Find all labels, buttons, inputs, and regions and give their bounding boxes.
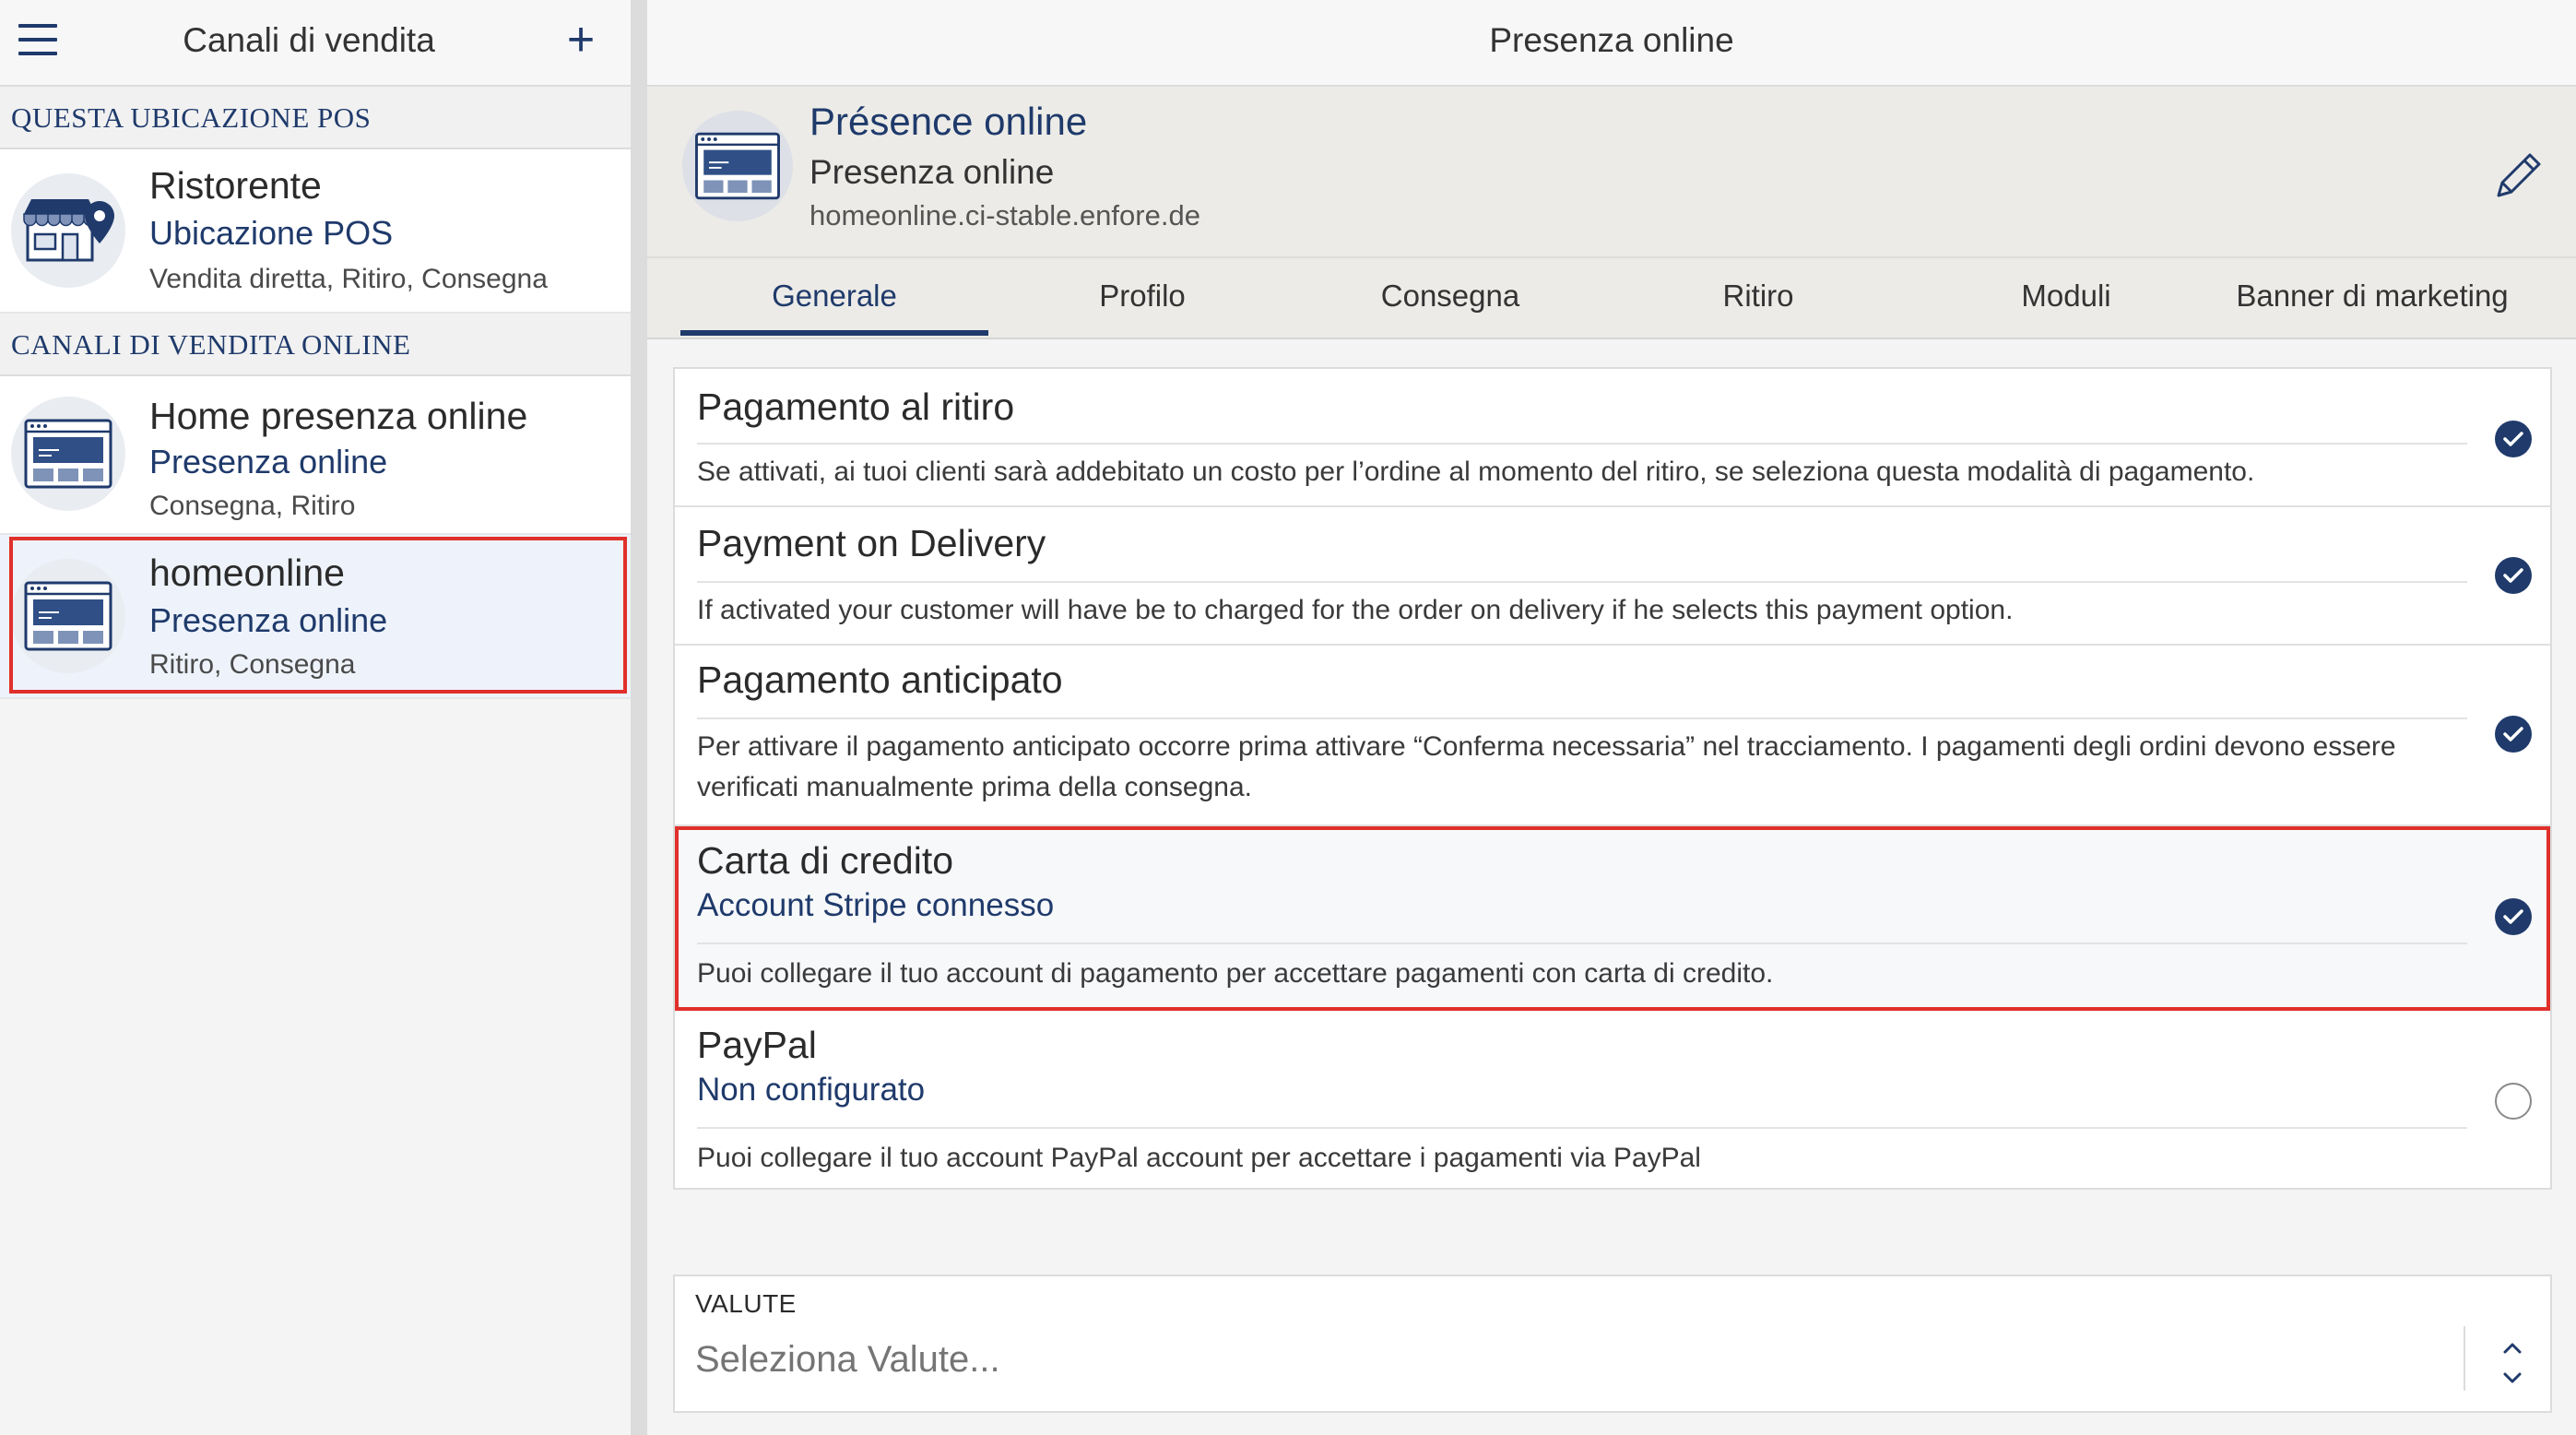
checkmark-icon[interactable] (2495, 716, 2532, 753)
section-title-pos: QUESTA UBICAZIONE POS (11, 101, 372, 134)
payment-option-title: Pagamento anticipato (697, 658, 1063, 701)
payment-option-advance[interactable]: Pagamento anticipato Per attivare il pag… (675, 646, 2550, 826)
payment-option-paypal[interactable]: PayPal Non configurato Puoi collegare il… (675, 1011, 2550, 1188)
detail-topbar-title: Presenza online (1489, 21, 1734, 59)
channel-info-url: homeonline.ci-stable.enfore.de (809, 199, 1200, 231)
payment-option-description: Se attivati, ai tuoi clienti sarà addebi… (697, 457, 2255, 487)
payment-option-description: If activated your customer will have be … (697, 595, 2014, 625)
payment-option-description: Puoi collegare il tuo account PayPal acc… (697, 1143, 1701, 1173)
pane-divider[interactable] (631, 0, 647, 1435)
tab-generale[interactable]: Generale (680, 279, 988, 314)
add-channel-button[interactable]: + (559, 16, 603, 65)
currency-select-input[interactable] (695, 1339, 2447, 1381)
checkmark-icon[interactable] (2495, 421, 2532, 457)
channel-type: Presenza online (149, 443, 388, 480)
payment-option-title: Payment on Delivery (697, 522, 1046, 564)
row-divider (697, 718, 2467, 719)
detail-topbar: Presenza online (647, 0, 2576, 87)
tab-profilo[interactable]: Profilo (988, 279, 1296, 314)
channel-avatar (11, 173, 125, 288)
currency-label: VALUTE (695, 1289, 797, 1318)
payment-option-description: Per attivare il pagamento anticipato occ… (697, 731, 2396, 802)
channel-item-home-presenza-online[interactable]: Home presenza online Presenza online Con… (0, 376, 631, 535)
chevron-up-down-icon[interactable] (2489, 1335, 2535, 1391)
section-header-pos: QUESTA UBICAZIONE POS (0, 87, 631, 149)
payment-option-title: Pagamento al ritiro (697, 385, 1015, 428)
payment-option-delivery[interactable]: Payment on Delivery If activated your cu… (675, 507, 2550, 646)
tab-banner-di-marketing[interactable]: Banner di marketing (2218, 279, 2526, 314)
active-tab-indicator (680, 330, 988, 336)
checkmark-icon[interactable] (2495, 557, 2532, 594)
browser-window-icon (24, 419, 112, 489)
sidebar-title: Canali di vendita (183, 21, 435, 59)
row-divider (697, 443, 2467, 445)
selection-highlight-box (9, 537, 627, 694)
channel-item-ristorente[interactable]: Ristorente Ubicazione POS Vendita dirett… (0, 149, 631, 314)
channel-modes: Vendita diretta, Ritiro, Consegna (149, 264, 548, 294)
payment-option-pickup[interactable]: Pagamento al ritiro Se attivati, ai tuoi… (675, 369, 2550, 507)
row-divider (697, 581, 2467, 583)
section-header-online: CANALI DI VENDITA ONLINE (0, 314, 631, 376)
row-divider (697, 1127, 2467, 1129)
selector-divider (2464, 1326, 2465, 1391)
browser-window-icon (695, 132, 780, 200)
tab-moduli[interactable]: Moduli (1912, 279, 2220, 314)
payment-option-title: PayPal (697, 1024, 817, 1066)
tab-ritiro[interactable]: Ritiro (1604, 279, 1912, 314)
section-title-online: CANALI DI VENDITA ONLINE (11, 328, 411, 361)
channel-name: Home presenza online (149, 395, 528, 437)
channel-info-subtitle: Presenza online (809, 153, 1055, 191)
channel-modes: Consegna, Ritiro (149, 491, 356, 521)
payment-option-status: Non configurato (697, 1072, 926, 1108)
channel-type: Ubicazione POS (149, 214, 394, 252)
unchecked-circle-icon[interactable] (2495, 1083, 2532, 1120)
channel-info-avatar (682, 111, 793, 221)
channel-info-title: Présence online (809, 100, 1088, 143)
channel-avatar (11, 397, 125, 511)
store-location-icon (23, 199, 114, 262)
hamburger-menu-icon[interactable] (18, 24, 57, 57)
tab-consegna[interactable]: Consegna (1296, 279, 1604, 314)
tab-bar: Generale Profilo Consegna Ritiro Moduli … (647, 256, 2576, 341)
channel-name: Ristorente (149, 164, 322, 207)
credit-card-highlight-box (675, 826, 2550, 1011)
edit-pencil-icon[interactable] (2489, 146, 2548, 205)
